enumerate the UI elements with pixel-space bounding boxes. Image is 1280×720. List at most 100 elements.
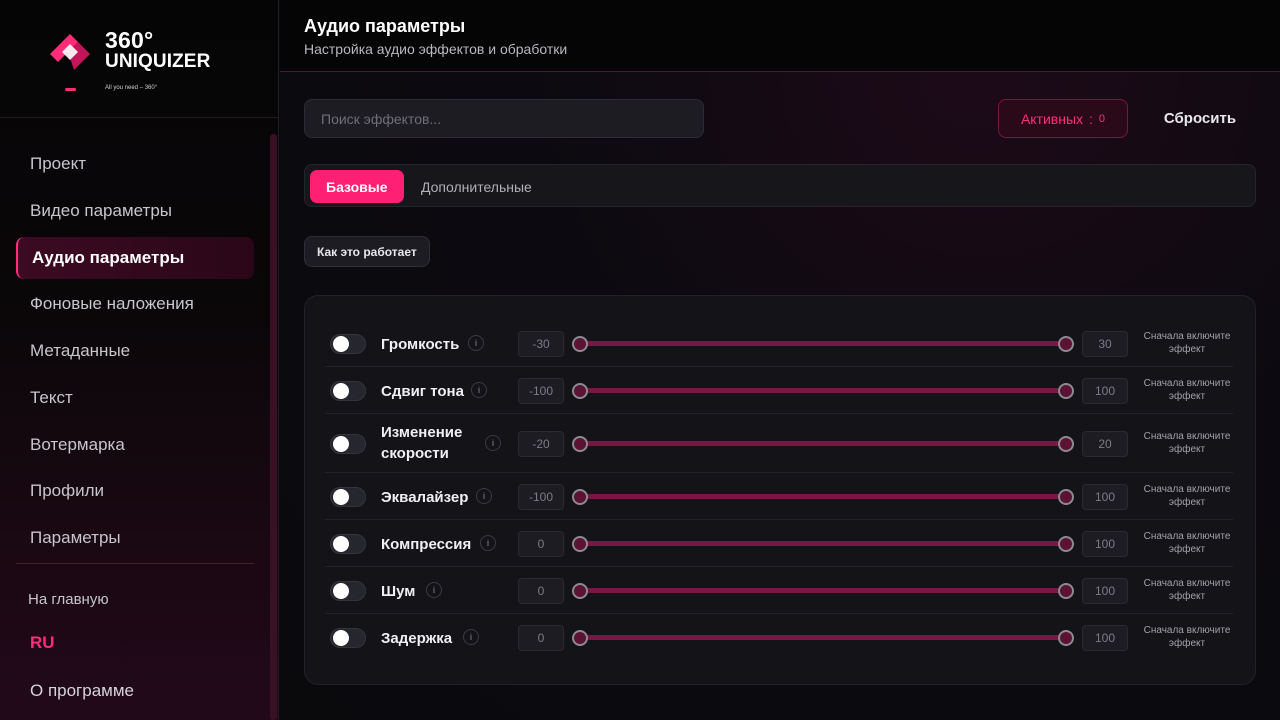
logo-text-360: 360° (105, 27, 154, 53)
sidebar-item-audio-params[interactable]: Аудио параметры (16, 237, 254, 279)
effect-hint: Сначала включите эффект (1143, 331, 1231, 355)
about-link[interactable]: О программе (30, 681, 134, 701)
page-title: Аудио параметры (304, 16, 466, 36)
info-icon[interactable]: i (471, 382, 487, 398)
main-content: Аудио параметры Настройка аудио эффектов… (280, 0, 1280, 720)
effect-label: Громкость (381, 336, 460, 353)
effect-slider-min-thumb[interactable] (572, 536, 588, 552)
effect-row-pitch-shift: Сдвиг тона i -100 100 Сначала включите э… (325, 367, 1233, 414)
effect-slider-max-thumb[interactable] (1058, 630, 1074, 646)
effect-max-value: 30 (1082, 331, 1128, 357)
effect-slider-min-thumb[interactable] (572, 583, 588, 599)
tab-basic[interactable]: Базовые (310, 170, 404, 203)
sidebar-item-metadata[interactable]: Метаданные (16, 330, 254, 372)
effect-hint: Сначала включите эффект (1143, 531, 1231, 555)
effect-toggle[interactable] (330, 628, 366, 648)
sidebar-item-watermark[interactable]: Вотермарка (16, 424, 254, 466)
sidebar-scrollbar[interactable] (270, 134, 277, 720)
sidebar-item-project[interactable]: Проект (16, 143, 254, 185)
effect-slider-max-thumb[interactable] (1058, 336, 1074, 352)
effect-min-value: -100 (518, 484, 564, 510)
toggle-knob (333, 383, 349, 399)
effect-slider-max-thumb[interactable] (1058, 583, 1074, 599)
effect-label: Задержка (381, 630, 453, 647)
info-icon[interactable]: i (480, 535, 496, 551)
sidebar-item-video-params[interactable]: Видео параметры (16, 190, 254, 232)
active-effects-count: 0 (1098, 112, 1106, 125)
effect-min-value: 0 (518, 531, 564, 557)
effect-row-delay: Задержка i 0 100 Сначала включите эффект (325, 614, 1233, 661)
logo-dash (65, 88, 76, 91)
search-input[interactable] (304, 99, 704, 138)
effect-label: Изменение скорости (381, 424, 463, 462)
sidebar-item-background-overlays[interactable]: Фоновые наложения (16, 283, 254, 325)
effect-slider-min-thumb[interactable] (572, 630, 588, 646)
effect-label: Сдвиг тона (381, 383, 464, 400)
effect-row-equalizer: Эквалайзер i -100 100 Сначала включите э… (325, 473, 1233, 520)
effect-row-noise: Шум i 0 100 Сначала включите эффект (325, 567, 1233, 614)
effect-slider-min-thumb[interactable] (572, 436, 588, 452)
effect-slider-track[interactable] (580, 441, 1066, 446)
logo-text-uniquizer: UNIQUIZER (105, 51, 211, 72)
info-icon[interactable]: i (468, 335, 484, 351)
logo[interactable]: 360° UNIQUIZER All you need – 360° (0, 0, 279, 118)
info-icon[interactable]: i (463, 629, 479, 645)
effect-max-value: 100 (1082, 625, 1128, 651)
effect-min-value: -30 (518, 331, 564, 357)
effect-label: Эквалайзер (381, 489, 469, 506)
effect-min-value: 0 (518, 578, 564, 604)
effect-slider-max-thumb[interactable] (1058, 489, 1074, 505)
effect-slider-max-thumb[interactable] (1058, 536, 1074, 552)
effect-toggle[interactable] (330, 334, 366, 354)
how-it-works-button[interactable]: Как это работает (304, 236, 430, 267)
toggle-knob (333, 436, 349, 452)
effects-panel: Громкость i -30 30 Сначала включите эффе… (304, 295, 1256, 685)
effect-slider-track[interactable] (580, 341, 1066, 346)
sidebar-item-profiles[interactable]: Профили (16, 470, 254, 512)
tabs: Базовые Дополнительные (304, 164, 1256, 207)
effect-row-speed-change: Изменение скорости i -20 20 Сначала вклю… (325, 414, 1233, 473)
effect-slider-min-thumb[interactable] (572, 336, 588, 352)
page-subtitle: Настройка аудио эффектов и обработки (304, 41, 568, 57)
home-link[interactable]: На главную (28, 591, 109, 608)
toggle-knob (333, 489, 349, 505)
effect-slider-max-thumb[interactable] (1058, 436, 1074, 452)
active-effects-badge[interactable]: Активных : 0 (998, 99, 1128, 138)
toggle-knob (333, 336, 349, 352)
effect-min-value: -20 (518, 431, 564, 457)
sidebar-item-text[interactable]: Текст (16, 377, 254, 419)
effect-slider-track[interactable] (580, 635, 1066, 640)
effect-min-value: -100 (518, 378, 564, 404)
effect-min-value: 0 (518, 625, 564, 651)
effect-toggle[interactable] (330, 534, 366, 554)
effect-row-compression: Компрессия i 0 100 Сначала включите эффе… (325, 520, 1233, 567)
info-icon[interactable]: i (476, 488, 492, 504)
tab-advanced[interactable]: Дополнительные (405, 170, 548, 203)
effect-slider-track[interactable] (580, 388, 1066, 393)
effect-slider-max-thumb[interactable] (1058, 383, 1074, 399)
effect-hint: Сначала включите эффект (1143, 484, 1231, 508)
effect-toggle[interactable] (330, 381, 366, 401)
reset-button[interactable]: Сбросить (1150, 99, 1250, 138)
toggle-knob (333, 583, 349, 599)
effect-slider-track[interactable] (580, 494, 1066, 499)
effect-max-value: 20 (1082, 431, 1128, 457)
effect-slider-min-thumb[interactable] (572, 383, 588, 399)
active-effects-label: Активных (1020, 110, 1084, 127)
effect-toggle[interactable] (330, 581, 366, 601)
effect-slider-min-thumb[interactable] (572, 489, 588, 505)
info-icon[interactable]: i (485, 435, 501, 451)
effect-toggle[interactable] (330, 487, 366, 507)
effect-toggle[interactable] (330, 434, 366, 454)
effect-hint: Сначала включите эффект (1143, 625, 1231, 649)
effect-hint: Сначала включите эффект (1143, 431, 1231, 455)
sidebar: 360° UNIQUIZER All you need – 360° Проек… (0, 0, 279, 720)
language-switch[interactable]: RU (30, 633, 55, 653)
sidebar-item-settings[interactable]: Параметры (16, 517, 254, 559)
effect-hint: Сначала включите эффект (1143, 578, 1231, 602)
effect-row-volume: Громкость i -30 30 Сначала включите эффе… (325, 320, 1233, 367)
effect-slider-track[interactable] (580, 541, 1066, 546)
effect-max-value: 100 (1082, 531, 1128, 557)
effect-slider-track[interactable] (580, 588, 1066, 593)
info-icon[interactable]: i (426, 582, 442, 598)
